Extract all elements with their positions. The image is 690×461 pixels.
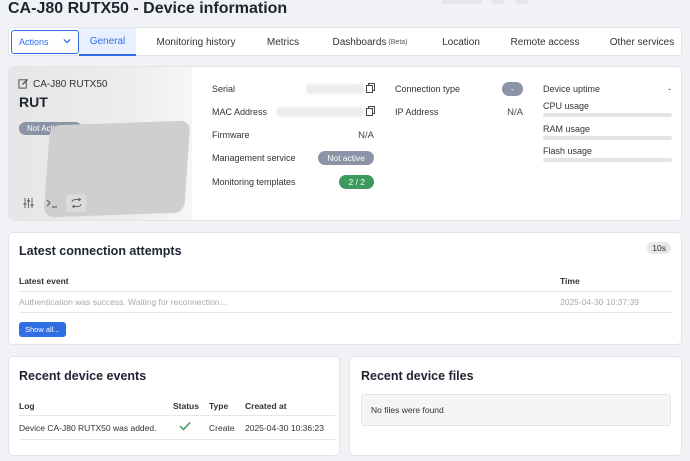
top-button-fragment[interactable]: [491, 0, 505, 4]
serial-label: Serial: [212, 84, 236, 94]
tab-beta-suffix: (Beta): [388, 38, 408, 46]
firmware-value: N/A: [358, 130, 374, 141]
tab-other-services[interactable]: Other services: [602, 28, 682, 56]
empty-message: No files were found: [371, 405, 444, 415]
created-at-cell: 2025-04-30 10:36:23: [245, 423, 324, 433]
device-uptime-label: Device uptime: [543, 84, 601, 94]
copy-icon[interactable]: [366, 83, 375, 93]
cpu-usage-bar: [543, 113, 672, 117]
copy-icon[interactable]: [366, 106, 375, 116]
top-button-fragment[interactable]: [515, 0, 529, 4]
device-summary-panel: CA-J80 RUTX50 RUT Not Activated: [9, 67, 192, 220]
cpu-usage-label: CPU usage: [543, 101, 590, 111]
tab-monitoring-history[interactable]: Monitoring history: [141, 28, 251, 56]
column-header-status: Status: [173, 401, 199, 411]
check-icon: [179, 421, 191, 431]
refresh-icon[interactable]: [66, 194, 86, 212]
management-status-badge: Not active: [318, 151, 374, 165]
terminal-icon[interactable]: [42, 194, 62, 212]
actions-label: Actions: [19, 37, 49, 47]
edit-icon[interactable]: [18, 78, 29, 89]
connection-type-badge: -: [502, 82, 523, 96]
column-header-time: Time: [560, 276, 580, 286]
card-title: Latest connection attempts: [19, 244, 182, 258]
ip-address-label: IP Address: [395, 107, 439, 117]
time-cell: 2025-04-30 10:37:39: [560, 297, 639, 307]
card-title: Recent device events: [19, 369, 147, 383]
refresh-interval-badge: 10s: [647, 242, 671, 254]
monitoring-templates-badge[interactable]: 2 / 2: [339, 175, 374, 189]
tab-label: Dashboards: [332, 36, 387, 48]
device-uptime-value: -: [667, 84, 671, 95]
tab-label: Other services: [609, 36, 675, 48]
divider: [19, 291, 672, 292]
flash-usage-bar: [543, 158, 672, 162]
column-header-log: Log: [19, 401, 35, 411]
mac-address-value-redacted: [277, 107, 364, 117]
device-quick-actions: [18, 194, 86, 212]
log-cell: Device CA-J80 RUTX50 was added.: [19, 423, 157, 433]
flash-usage-label: Flash usage: [543, 146, 593, 156]
tab-label: Remote access: [510, 36, 580, 48]
serial-value-redacted: [306, 84, 364, 94]
ram-usage-label: RAM usage: [543, 124, 591, 134]
tab-location[interactable]: Location: [432, 28, 490, 56]
tab-dashboards[interactable]: Dashboards (Beta): [325, 28, 415, 56]
device-type: RUT: [19, 94, 48, 110]
device-name: CA-J80 RUTX50: [33, 79, 108, 90]
divider: [19, 439, 335, 440]
tab-remote-access[interactable]: Remote access: [503, 28, 587, 56]
tab-general[interactable]: General: [79, 28, 136, 56]
tab-metrics[interactable]: Metrics: [258, 28, 308, 56]
divider: [19, 312, 672, 313]
tab-bar: Actions General Monitoring history Metri…: [8, 27, 682, 56]
actions-dropdown[interactable]: Actions: [11, 30, 79, 54]
column-header-created: Created at: [245, 401, 287, 411]
empty-state: No files were found: [361, 394, 671, 426]
tab-label: General: [89, 35, 126, 47]
column-header-event: Latest event: [19, 276, 69, 286]
column-header-type: Type: [209, 401, 229, 411]
top-button-fragment[interactable]: [442, 0, 482, 4]
monitoring-templates-label: Monitoring templates: [212, 177, 296, 187]
connection-attempts-card: Latest connection attempts 10s Latest ev…: [8, 232, 682, 345]
connection-type-label: Connection type: [395, 84, 461, 94]
ip-address-value: N/A: [507, 107, 523, 118]
divider: [19, 415, 335, 416]
event-cell: Authentication was success. Waiting for …: [19, 297, 227, 307]
card-title: Recent device files: [361, 369, 474, 383]
tab-label: Monitoring history: [156, 36, 236, 48]
tab-label: Location: [442, 36, 480, 48]
recent-events-card: Recent device events Log Status Type Cre…: [8, 356, 340, 456]
management-service-label: Management service: [212, 153, 296, 163]
page-title: CA-J80 RUTX50 - Device information: [8, 0, 288, 17]
chevron-down-icon: [63, 38, 71, 44]
recent-files-card: Recent device files No files were found: [349, 356, 682, 456]
mac-address-label: MAC Address: [212, 107, 268, 117]
ram-usage-bar: [543, 136, 672, 140]
show-all-button[interactable]: Show all...: [19, 322, 66, 337]
device-info-card: CA-J80 RUTX50 RUT Not Activated Serial M…: [8, 66, 682, 221]
type-cell: Create: [209, 423, 235, 433]
tab-label: Metrics: [266, 36, 300, 48]
firmware-label: Firmware: [212, 130, 250, 140]
sliders-icon[interactable]: [18, 194, 38, 212]
